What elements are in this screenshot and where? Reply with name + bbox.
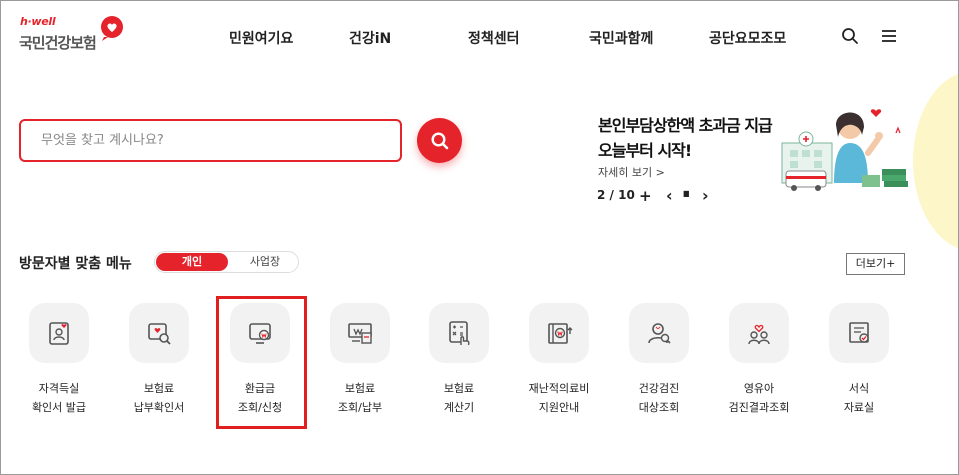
- logo[interactable]: h·well 국민건강보험: [19, 15, 131, 57]
- decorative-circle: [913, 71, 958, 251]
- menu-tile-icon-wrap: [729, 303, 789, 363]
- more-button[interactable]: 더보기+: [846, 253, 905, 275]
- tab-business[interactable]: 사업장: [233, 253, 297, 271]
- highlight-box: [216, 296, 307, 429]
- nav-item-civil[interactable]: 민원여기요: [229, 28, 293, 48]
- search-button[interactable]: [417, 118, 462, 163]
- menu-tile-icon-wrap: [829, 303, 889, 363]
- banner-plus-button[interactable]: +: [639, 187, 652, 205]
- calculator-icon: [449, 321, 470, 346]
- banner-next-button[interactable]: ›: [702, 186, 709, 205]
- id-card-heart-icon: [49, 322, 69, 345]
- nav-item-policy[interactable]: 정책센터: [468, 28, 520, 48]
- hamburger-menu-icon[interactable]: [880, 27, 898, 45]
- search-input[interactable]: [21, 121, 400, 160]
- search-icon[interactable]: [841, 27, 859, 45]
- nav-item-with-people[interactable]: 국민과함께: [589, 28, 653, 48]
- heart-logo-icon: [101, 16, 123, 41]
- person-search-icon: [648, 323, 671, 344]
- form-check-icon: [849, 322, 869, 343]
- book-won-icon: [548, 323, 573, 344]
- menu-tile-icon-wrap: [629, 303, 689, 363]
- visitor-type-toggle: 개인 사업장: [154, 251, 299, 273]
- banner-title-line1: 본인부담상한액 초과금 지급: [598, 116, 773, 135]
- logo-tag: h·well: [20, 15, 56, 28]
- document-search-icon: [148, 323, 171, 345]
- banner-page-indicator: 2 / 10: [597, 188, 635, 202]
- banner-title[interactable]: 본인부담상한액 초과금 지급 오늘부터 시작!: [598, 113, 773, 163]
- banner-pause-button[interactable]: ▮▮: [683, 189, 690, 198]
- menu-tile-label: 서식 자료실: [843, 382, 875, 414]
- menu-tile-icon-wrap: [429, 303, 489, 363]
- menu-tile-icon-wrap: [29, 303, 89, 363]
- menu-tile-icon-wrap: [129, 303, 189, 363]
- tab-personal[interactable]: 개인: [156, 253, 228, 271]
- banner-title-line2: 오늘부터 시작!: [598, 141, 692, 160]
- banner-more-link[interactable]: 자세히 보기 >: [598, 164, 665, 180]
- banner-prev-button[interactable]: ‹: [666, 186, 673, 205]
- search-icon: [430, 131, 448, 149]
- banner-illustration: [781, 109, 908, 191]
- nav-item-health-in[interactable]: 건강iN: [349, 28, 391, 48]
- nav-item-corporation[interactable]: 공단요모조모: [709, 28, 786, 48]
- menu-tile-icon-wrap: [529, 303, 589, 363]
- menu-tile-icon-wrap: [330, 303, 390, 363]
- family-heart-icon: [748, 324, 770, 345]
- bill-icon: [348, 323, 372, 344]
- search-box: [19, 119, 402, 162]
- visitor-menu-title: 방문자별 맞춤 메뉴: [19, 256, 132, 272]
- logo-name: 국민건강보험: [19, 34, 97, 52]
- page: h·well 국민건강보험 민원여기요 건강iN 정책센터 국민과함께 공단요모…: [0, 0, 959, 475]
